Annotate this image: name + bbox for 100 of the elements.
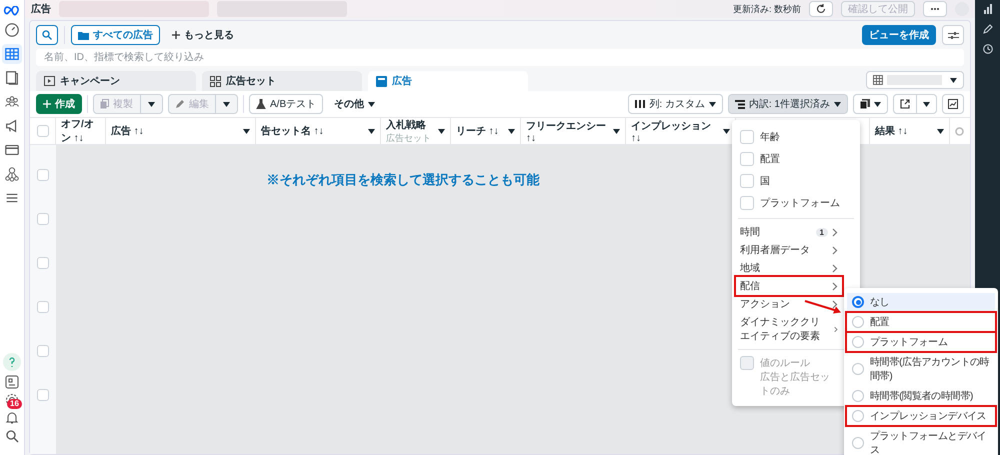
table-icon [873,75,883,85]
option-label: プラットフォーム [760,196,840,210]
option-label: 年齢 [760,130,780,144]
columns-button[interactable]: 列: カスタム [628,94,723,114]
search-button[interactable] [36,25,58,45]
columns-icon [635,100,646,108]
search-field[interactable]: 名前、ID、指標で検索して絞り込み [36,49,964,66]
more-options-button[interactable] [923,1,947,17]
caret-icon [937,128,944,134]
clock-icon[interactable] [982,44,992,54]
copy-icon [100,99,109,109]
view-dropdown[interactable] [866,71,964,89]
network-icon[interactable] [4,166,20,182]
play-box-icon [44,76,55,86]
bar-chart-icon[interactable] [982,4,992,14]
create-view-button[interactable]: ビューを作成 [862,25,936,45]
menu-item[interactable]: 利用者層データ [740,243,810,257]
create-button[interactable]: 作成 [36,94,82,114]
breakdown-icon [734,100,745,108]
column-header[interactable]: 告セット名 ↑↓ [261,124,365,138]
page-title: 広告 [31,2,51,16]
update-status: 更新済み: 数秒前 [732,2,801,16]
select-all-checkbox[interactable] [36,125,48,137]
column-header[interactable]: 入札戦略 広告セット [386,118,435,144]
option-label: 配置 [760,152,780,166]
caret-icon [368,102,376,106]
chart-button[interactable] [942,94,964,114]
option-label: 国 [760,175,770,188]
radio-option[interactable]: インプレッションデバイス [847,407,995,425]
chevron-right-icon [834,324,838,334]
tab[interactable]: 広告セット [202,71,362,91]
caret-icon [368,128,375,134]
radio-option[interactable]: プラットフォームとデバイス [847,427,995,455]
stacked-pages-icon [860,99,870,109]
column-header[interactable]: 結果 ↑↓ [875,124,934,138]
caret-icon [950,78,957,82]
radio-option[interactable]: 時間帯(閲覧者の時間帯) [847,387,995,405]
bell-icon[interactable] [5,411,19,425]
row-checkbox[interactable] [37,301,49,313]
menu-item[interactable]: 地域 [740,261,760,275]
grid-icon [210,76,221,86]
caret-icon [723,128,730,134]
row-checkbox[interactable] [37,345,49,357]
reports-button[interactable] [853,94,888,114]
pages-icon[interactable] [4,70,20,86]
column-header[interactable]: フリークエンシー ↑↓ [526,118,610,144]
see-more-button[interactable]: もっと見る [166,25,240,45]
caret-icon [243,128,250,134]
radio-option[interactable]: プラットフォーム [847,333,995,351]
row-checkbox[interactable] [37,389,49,401]
tab[interactable]: 広告 [368,71,528,91]
search-icon[interactable] [5,429,19,443]
pencil-icon[interactable] [982,24,992,34]
row-checkbox[interactable] [37,257,49,269]
refresh-button[interactable] [809,1,833,17]
dropdown-button[interactable] [917,94,937,114]
folder-icon [78,30,89,40]
checkbox[interactable] [740,152,754,166]
filter-settings-button[interactable] [942,25,964,45]
radio-option[interactable]: 配置 [847,313,995,331]
gauge-icon[interactable] [4,22,20,38]
radio-option[interactable]: なし [847,293,995,311]
menu-item[interactable]: 配信 [740,279,760,293]
checkbox[interactable] [740,174,754,188]
dropdown-button[interactable] [216,94,238,114]
dropdown-button[interactable] [141,94,163,114]
tab[interactable]: キャンペーン [36,71,196,91]
menu-item[interactable]: アクション [740,297,790,311]
column-header[interactable]: インプレッション ↑↓ [631,118,720,144]
caret-icon [613,128,620,134]
infinity-logo[interactable] [3,6,21,16]
table-icon[interactable] [4,46,20,62]
checkbox[interactable] [740,196,754,210]
menu-item[interactable]: ダイナミッククリエイティブの要素 [740,315,826,343]
breakdown-button[interactable]: 内訳: 1件選択済み [728,94,848,114]
document-icon[interactable] [5,375,19,389]
export-icon [900,99,910,109]
caret-icon [508,128,515,134]
caret-icon [923,102,930,106]
radio-option[interactable]: 時間帯(広告アカウントの時間帯) [847,353,995,385]
annotation-text: ※それぞれ項目を検索して選択することも可能 [266,171,540,187]
caret-icon [834,102,841,106]
row-checkbox[interactable] [37,169,49,181]
more-icon [930,7,940,11]
caret-icon [708,102,716,106]
all-ads-button[interactable]: すべての広告 [71,25,160,45]
column-header[interactable]: 広告 ↑↓ [111,124,240,138]
menu-item[interactable]: 時間 [740,225,760,239]
count-badge: 1 [816,228,828,236]
ad-icon [376,76,387,86]
card-icon[interactable] [4,142,20,158]
export-button[interactable] [893,94,917,114]
column-header[interactable]: オフ/オン ↑↓ [61,117,100,145]
other-button[interactable]: その他 [328,94,382,114]
caret-icon [874,102,881,106]
row-checkbox[interactable] [37,213,49,225]
pointer-arrow [804,300,842,314]
checkbox[interactable] [740,130,754,144]
column-header[interactable]: リーチ ↑↓ [456,124,505,138]
ab-test-button[interactable]: A/Bテスト [249,94,324,114]
